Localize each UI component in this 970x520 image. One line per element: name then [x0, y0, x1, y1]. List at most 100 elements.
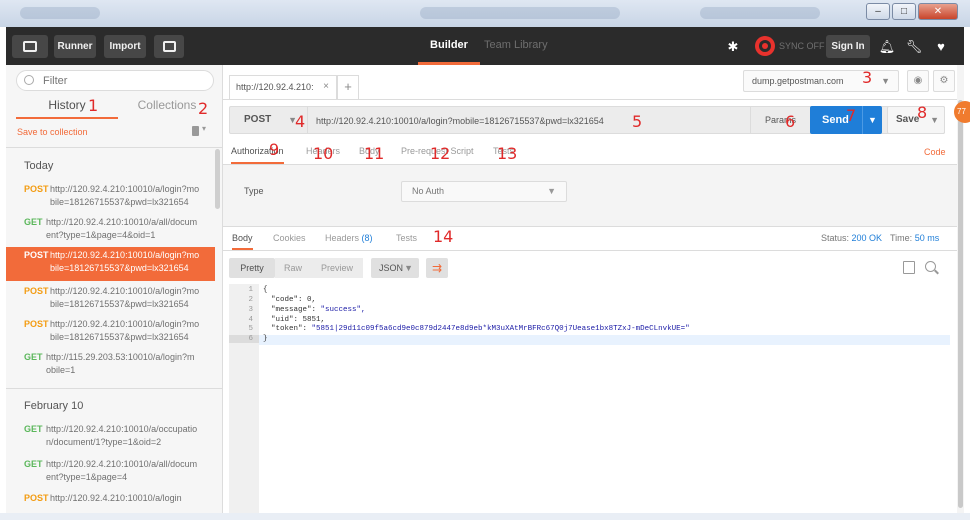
request-tab[interactable]: http://120.92.4.210: ×: [229, 75, 337, 99]
history-item[interactable]: POST http://120.92.4.210:10010/a/login?m…: [6, 181, 215, 215]
tab-builder[interactable]: Builder: [418, 27, 480, 65]
sidebar-toggle-button[interactable]: [12, 35, 48, 58]
annotation-number: 7: [846, 106, 857, 125]
history-url: http://120.92.4.210:10010/a/login?mobile…: [50, 184, 200, 207]
sync-icon[interactable]: [755, 36, 775, 56]
tab-response-tests[interactable]: Tests: [396, 230, 417, 250]
history-item[interactable]: GET http://120.92.4.210:10010/a/occupati…: [6, 421, 215, 455]
environment-value: dump.getpostman.com: [752, 76, 844, 86]
history-item[interactable]: GET http://120.92.4.210:10010/a/all/docu…: [6, 456, 215, 490]
history-date-heading: February 10: [24, 400, 84, 412]
format-select[interactable]: JSON ▼: [371, 258, 419, 278]
view-pretty-button[interactable]: Pretty: [229, 258, 275, 278]
history-item[interactable]: GET http://120.92.4.210:10010/a/all/docu…: [6, 214, 215, 248]
search-icon[interactable]: [925, 261, 936, 272]
json-key: "code": [271, 296, 299, 304]
interceptor-icon[interactable]: ✱: [722, 35, 744, 58]
chevron-down-icon: ▼: [881, 76, 890, 86]
side-badge[interactable]: 77: [954, 101, 970, 123]
scrollbar-thumb[interactable]: [958, 100, 963, 508]
add-tab-button[interactable]: +: [337, 75, 359, 99]
chevron-down-icon[interactable]: ▼: [862, 106, 882, 134]
params-button[interactable]: Params: [750, 107, 806, 133]
tab-history[interactable]: History: [16, 95, 118, 119]
json-value: 5851,: [302, 316, 326, 324]
import-button[interactable]: Import: [104, 35, 146, 58]
code-line: "message": "success",: [271, 306, 366, 314]
trash-icon[interactable]: [192, 126, 199, 136]
url-input[interactable]: [316, 113, 736, 128]
sidebar-scrollbar[interactable]: [215, 149, 220, 209]
history-url: http://120.92.4.210:10010/a/occupation/d…: [46, 424, 198, 447]
method-label: GET: [24, 459, 43, 469]
annotation-number: 2: [198, 99, 209, 118]
code-link[interactable]: Code: [924, 147, 946, 157]
heart-icon[interactable]: ♥: [930, 35, 952, 58]
tab-response-body[interactable]: Body: [232, 230, 253, 250]
code-line: }: [263, 335, 268, 343]
view-raw-button[interactable]: Raw: [275, 258, 311, 278]
sync-status: SYNC OFF: [779, 41, 825, 51]
main-panel: http://120.92.4.210: × + dump.getpostman…: [223, 65, 964, 513]
history-item[interactable]: POST http://120.92.4.210:10010/a/login: [6, 490, 215, 513]
main-scrollbar[interactable]: [957, 65, 964, 513]
auth-type-select[interactable]: No Auth ▼: [401, 181, 567, 202]
status-value: 200 OK: [851, 233, 883, 243]
close-window-icon[interactable]: ✕: [918, 3, 958, 20]
sign-in-button[interactable]: Sign In: [826, 35, 870, 58]
settings-wrench-icon[interactable]: 🔧︎: [903, 35, 925, 58]
request-tab-title: http://120.92.4.210:: [236, 82, 314, 92]
method-label: GET: [24, 424, 43, 434]
chevron-down-icon[interactable]: ▼: [930, 107, 939, 133]
active-line-highlight: [259, 335, 950, 345]
json-key: "message": [271, 306, 312, 314]
status-label: Status:: [821, 233, 850, 243]
chevron-down-icon: ▼: [404, 263, 413, 273]
history-url: http://120.92.4.210:10010/a/login?mobile…: [50, 286, 200, 309]
method-label: POST: [24, 250, 49, 260]
tab-response-headers[interactable]: Headers (8): [325, 230, 373, 250]
history-item-selected[interactable]: POST http://120.92.4.210:10010/a/login?m…: [6, 247, 215, 281]
json-key: "uid": [271, 316, 294, 324]
maximize-icon[interactable]: □: [892, 3, 916, 20]
auth-type-value: No Auth: [412, 186, 445, 196]
runner-button[interactable]: Runner: [54, 35, 96, 58]
eye-icon[interactable]: ◉: [907, 70, 929, 92]
history-item[interactable]: POST http://120.92.4.210:10010/a/login?m…: [6, 316, 215, 350]
history-url: http://120.92.4.210:10010/a/all/document…: [46, 459, 198, 482]
annotation-number: 6: [785, 112, 796, 131]
line-number: 4: [248, 316, 253, 324]
window-controls: – □ ✕: [866, 3, 958, 20]
notifications-icon[interactable]: 🔔︎: [876, 35, 898, 58]
environment-select[interactable]: dump.getpostman.com ▼: [743, 70, 899, 92]
method-label: POST: [24, 493, 49, 503]
minimize-icon[interactable]: –: [866, 3, 890, 20]
chevron-down-icon: ▼: [547, 186, 556, 196]
line-number: 3: [248, 306, 253, 314]
annotation-number: 10: [313, 144, 334, 163]
filter-box[interactable]: [16, 70, 214, 91]
response-headers-count: (8): [361, 233, 373, 243]
chevron-down-icon[interactable]: ▾: [202, 124, 206, 133]
method-label: GET: [24, 217, 43, 227]
save-button[interactable]: Save ▼: [887, 106, 945, 134]
time-info: Time: 50 ms: [890, 233, 939, 243]
save-to-collection-link[interactable]: Save to collection: [17, 127, 88, 137]
line-number: 6: [229, 335, 259, 343]
view-preview-button[interactable]: Preview: [311, 258, 363, 278]
filter-input[interactable]: [43, 73, 203, 88]
copy-icon[interactable]: [903, 261, 915, 274]
wrap-lines-icon[interactable]: ⇉: [426, 258, 448, 278]
new-window-button[interactable]: [154, 35, 184, 58]
code-line: "uid": 5851,: [271, 316, 326, 324]
tab-team-library[interactable]: Team Library: [484, 27, 548, 65]
close-icon[interactable]: ×: [323, 76, 329, 98]
response-editor[interactable]: 1 2 3 4 5 6 { "code": 0, "message": "suc…: [229, 284, 950, 513]
line-gutter: 1 2 3 4 5 6: [229, 284, 259, 513]
history-item[interactable]: POST http://120.92.4.210:10010/a/login?m…: [6, 283, 215, 317]
gear-icon[interactable]: ⚙: [933, 70, 955, 92]
tab-response-cookies[interactable]: Cookies: [273, 230, 306, 250]
history-item[interactable]: GET http://115.29.203.53:10010/a/login?m…: [6, 349, 215, 383]
annotation-number: 13: [497, 144, 518, 163]
method-label: POST: [24, 286, 49, 296]
